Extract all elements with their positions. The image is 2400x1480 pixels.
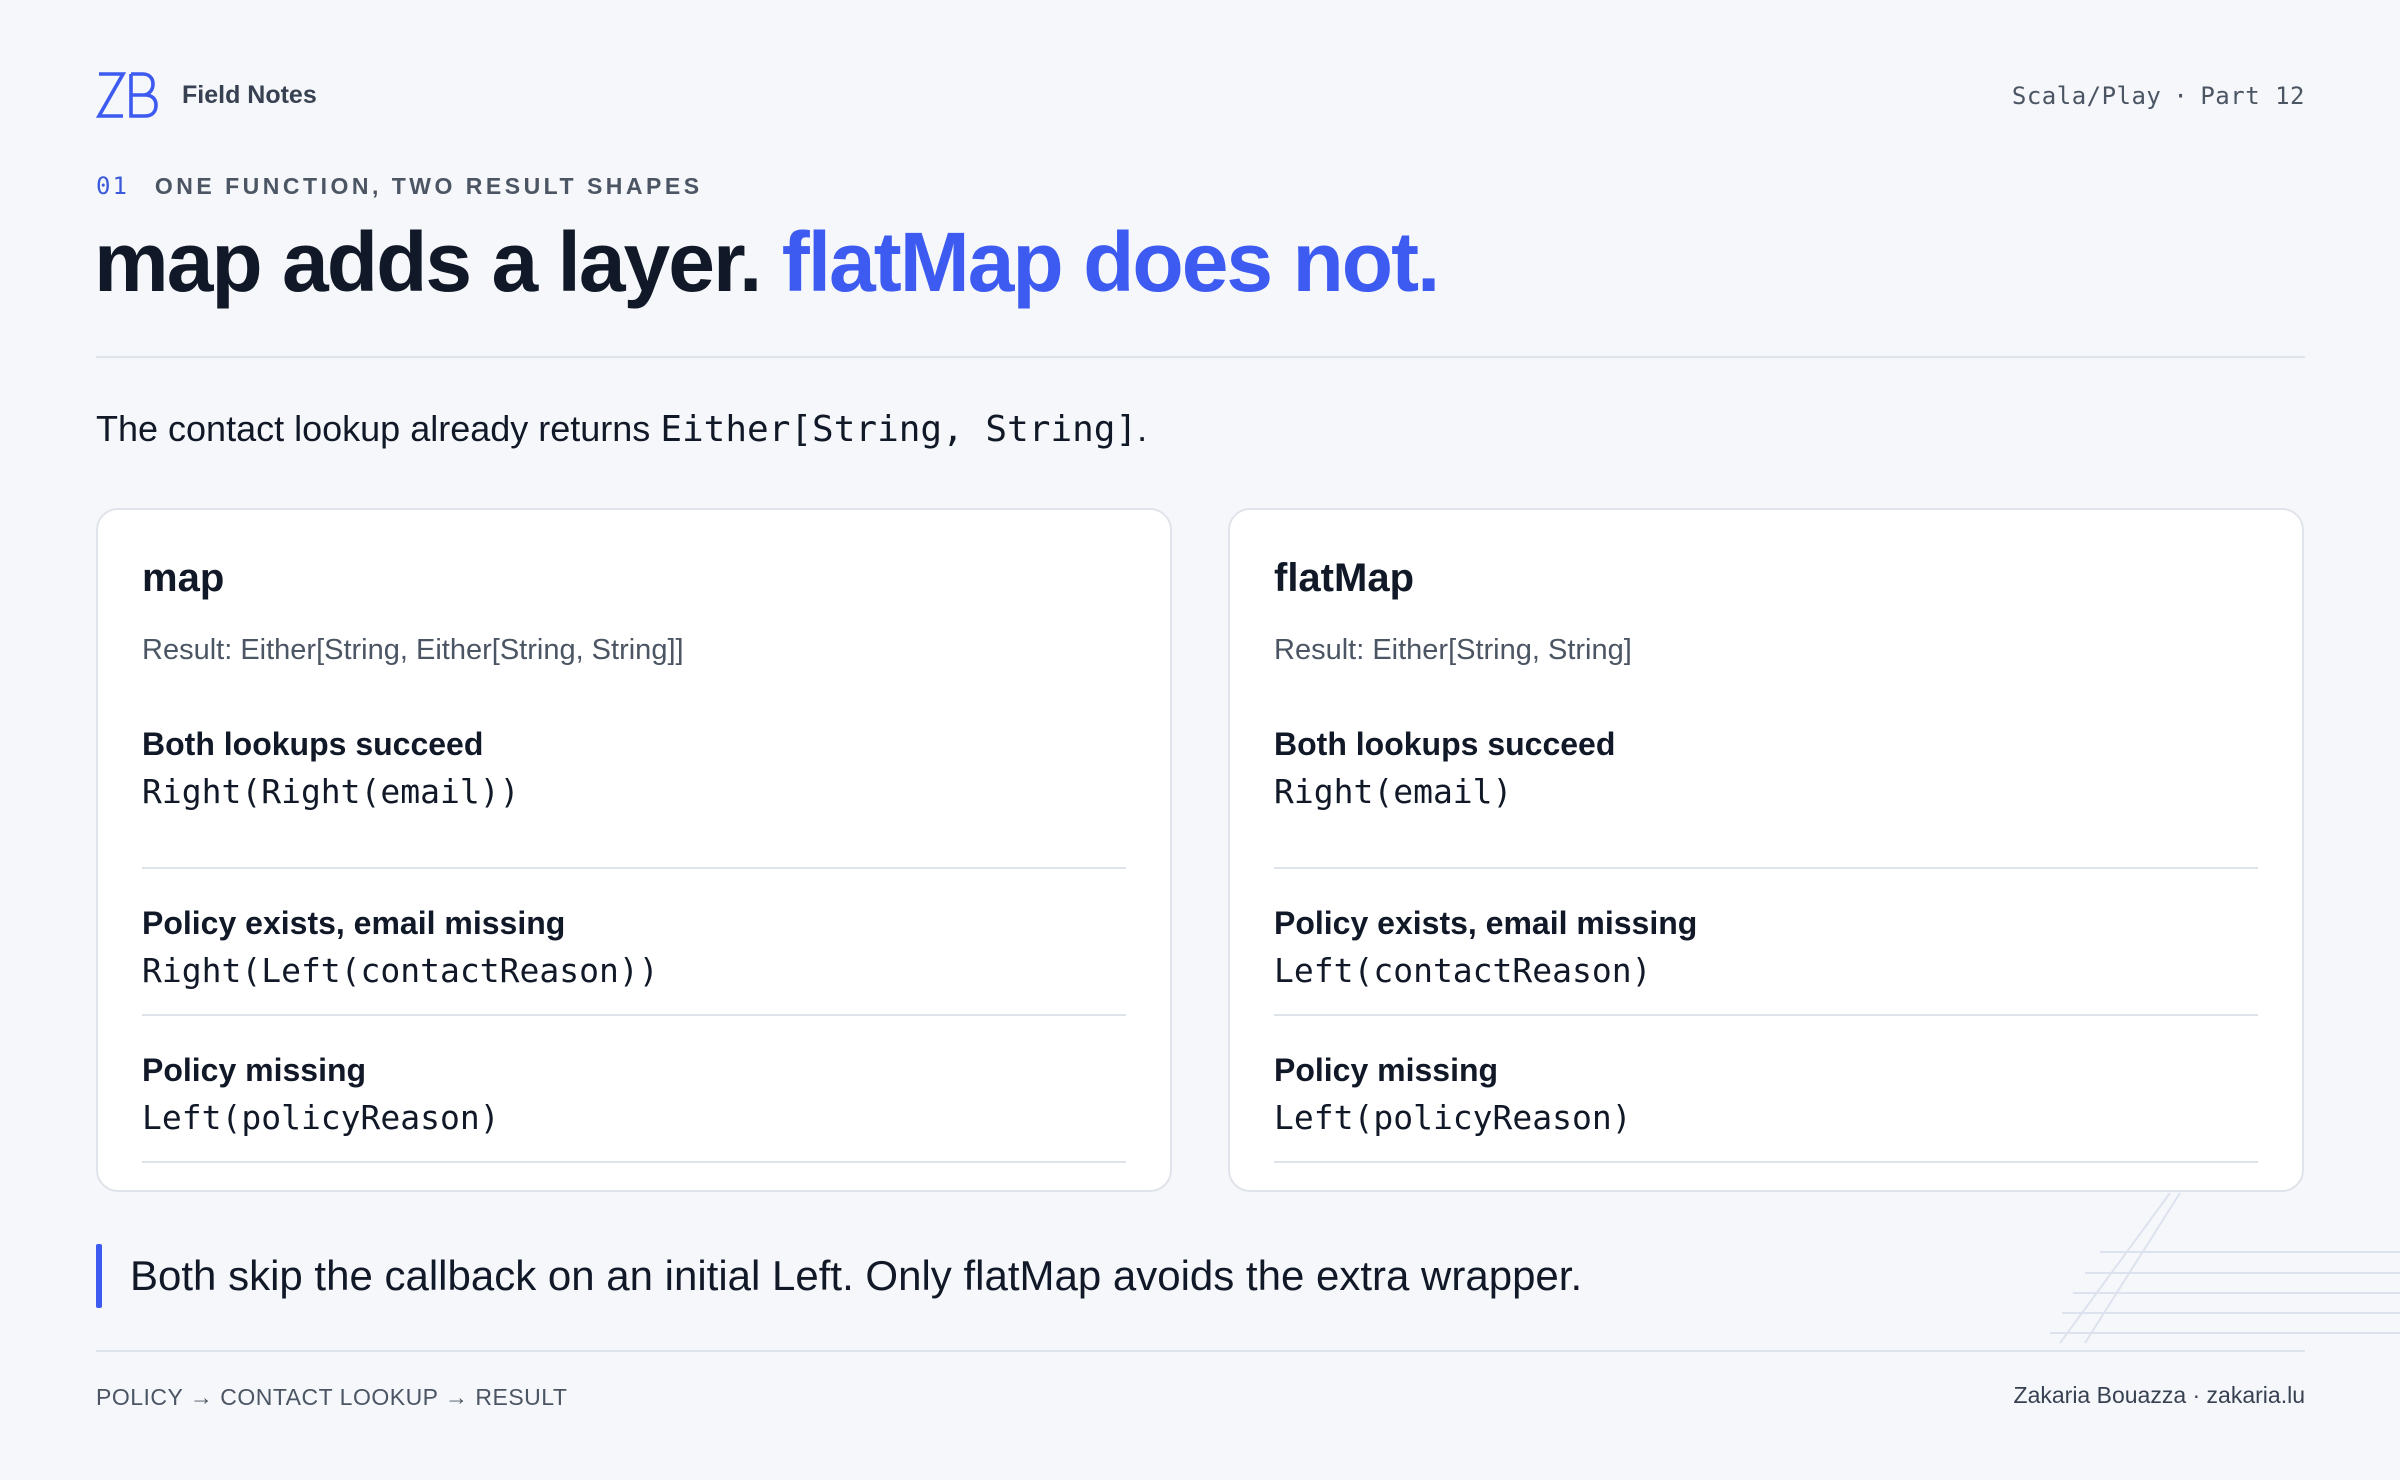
case-row: Policy missing Left(policyReason) [1274, 1016, 2258, 1163]
takeaway-callout: Both skip the callback on an initial Lef… [96, 1244, 1582, 1308]
title-part-1: map adds a layer. [94, 215, 762, 309]
card-result: Result: Either[String, Either[String, St… [142, 634, 684, 666]
lede-code: Either[String, String] [660, 409, 1138, 450]
case-row: Policy missing Left(policyReason) [142, 1016, 1126, 1163]
author-credit: Zakaria Bouazza · zakaria.lu [2013, 1382, 2305, 1408]
flatmap-card: flatMap Result: Either[String, String] B… [1228, 508, 2304, 1192]
case-value: Right(Right(email)) [142, 772, 520, 811]
flow-breadcrumb: POLICY → CONTACT LOOKUP → RESULT [96, 1384, 568, 1410]
case-row: Policy exists, email missing Left(contac… [1274, 869, 2258, 1016]
lede-end: . [1137, 408, 1148, 449]
case-label: Policy missing [1274, 1052, 1499, 1088]
card-title: flatMap [1274, 556, 1414, 600]
case-label: Both lookups succeed [142, 726, 484, 762]
case-label: Policy exists, email missing [142, 905, 566, 941]
case-value: Left(policyReason) [1274, 1098, 1632, 1137]
case-list: Both lookups succeed Right(email) Policy… [1274, 722, 2258, 1163]
case-label: Policy exists, email missing [1274, 905, 1698, 941]
brand: Field Notes [96, 70, 317, 120]
case-row: Both lookups succeed Right(Right(email)) [142, 722, 1126, 869]
card-result: Result: Either[String, String] [1274, 634, 1632, 666]
series-part: Part 12 [2200, 82, 2305, 110]
case-row: Both lookups succeed Right(email) [1274, 722, 2258, 869]
header-divider [96, 356, 2305, 358]
case-list: Both lookups succeed Right(Right(email))… [142, 722, 1126, 1163]
case-value: Left(contactReason) [1274, 951, 1652, 990]
zb-logo-icon [96, 72, 158, 118]
card-title: map [142, 556, 225, 600]
lede-text: The contact lookup already returns [96, 408, 651, 449]
page-title: map adds a layer. flatMap does not. [94, 214, 1441, 311]
section-title: ONE FUNCTION, TWO RESULT SHAPES [154, 172, 703, 199]
decorative-lines [2050, 1192, 2400, 1344]
series-label: Scala/Play · Part 12 [2012, 82, 2305, 110]
series-name: Scala/Play [2011, 82, 2162, 110]
lede: The contact lookup already returns Eithe… [96, 408, 1147, 450]
case-value: Right(email) [1274, 772, 1513, 811]
case-label: Both lookups succeed [1274, 726, 1616, 762]
section-eyebrow: 01 ONE FUNCTION, TWO RESULT SHAPES [96, 172, 703, 200]
series-separator: · [2173, 82, 2189, 110]
case-value: Right(Left(contactReason)) [142, 951, 659, 990]
title-part-2: flatMap does not. [781, 215, 1441, 309]
case-label: Policy missing [142, 1052, 367, 1088]
case-value: Left(policyReason) [142, 1098, 500, 1137]
map-card: map Result: Either[String, Either[String… [96, 508, 1172, 1192]
callout-accent-bar [96, 1244, 102, 1308]
callout-text: Both skip the callback on an initial Lef… [130, 1252, 1583, 1299]
brand-name: Field Notes [182, 80, 317, 109]
footer-divider [96, 1350, 2305, 1352]
section-number: 01 [96, 172, 129, 200]
case-row: Policy exists, email missing Right(Left(… [142, 869, 1126, 1016]
